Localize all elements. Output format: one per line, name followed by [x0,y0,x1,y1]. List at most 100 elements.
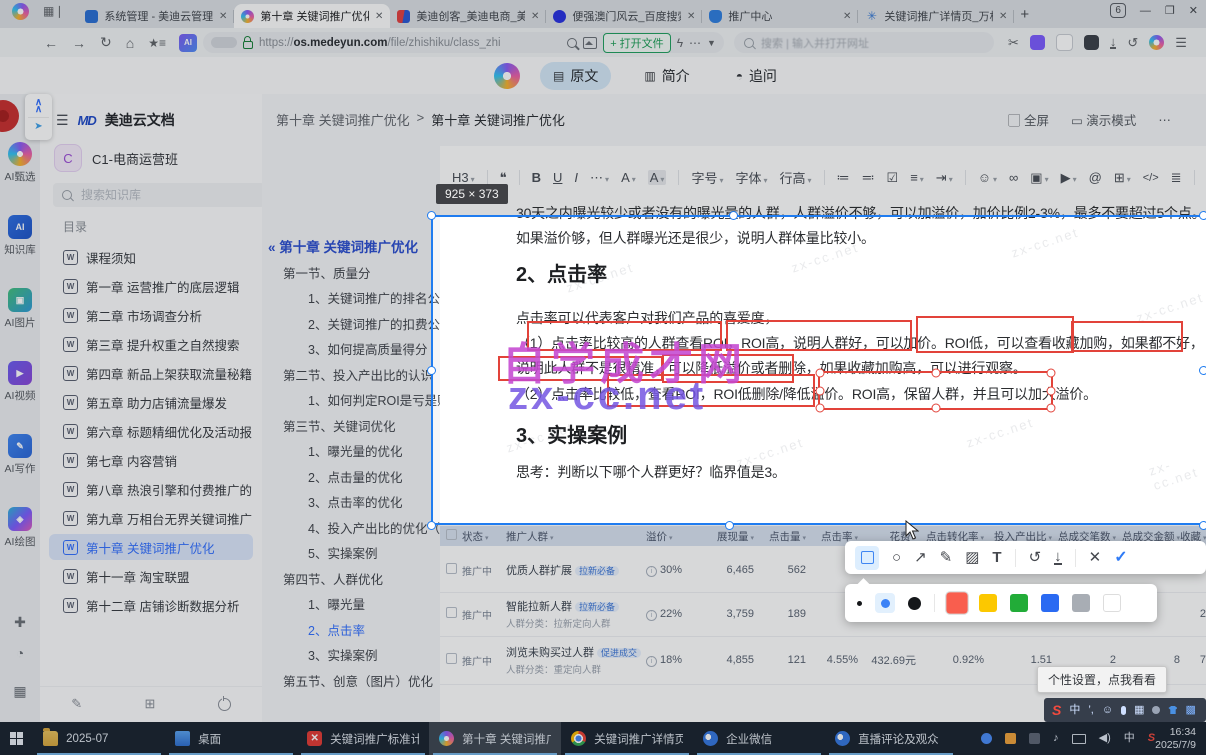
annotation-handle[interactable] [1046,368,1056,378]
selection-handle[interactable] [427,366,436,375]
browser-tab-2-active[interactable]: 第十章 关键词推广优化 ✕ [234,4,391,28]
more-blocks-icon[interactable]: ≣ [1171,170,1182,186]
rail-item-ai-writing[interactable]: ✎ AI写作 [0,434,40,476]
more-format-dropdown[interactable]: ⋯ [590,170,609,186]
taskbar-item-wecom[interactable]: 企业微信 [693,722,825,755]
sidebar-item-ch12[interactable]: W 第十二章 店铺诊断数据分析 [49,592,253,618]
tab-close-icon[interactable]: ✕ [687,11,695,22]
rail-item-knowledge[interactable]: AI 知识库 [0,215,40,257]
knowledge-search-input[interactable] [79,187,233,203]
browser-tab-1[interactable]: 系统管理 - 美迪云管理 ✕ [78,4,235,28]
text-tool[interactable]: T [992,550,1001,565]
toc-item[interactable]: 1、如何判定ROI是亏是赚 [308,390,450,409]
color-white[interactable] [1103,594,1121,612]
italic-icon[interactable]: I [574,170,578,185]
account-icon[interactable] [1152,706,1161,714]
power-icon[interactable] [217,696,231,711]
window-minimize-button[interactable]: — [1140,5,1151,17]
voice-input-icon[interactable] [1121,705,1127,715]
tab-close-icon[interactable]: ✕ [531,11,539,22]
annotation-handle[interactable] [815,368,825,378]
back-button[interactable]: ← [44,35,58,51]
history-clock-icon[interactable]: ◔ [0,645,40,661]
color-green[interactable] [1010,594,1028,612]
stroke-medium-selected[interactable] [875,593,895,613]
col-audience[interactable]: 推广人群 [506,529,646,544]
emoji-dropdown[interactable]: ☺ [978,170,997,185]
toc-item[interactable]: 1、曝光量 [308,594,365,613]
pencil-tool[interactable]: ✎ [940,550,953,565]
edit-pencil-icon[interactable]: ✎ [71,696,82,712]
screenshot-scissors-icon[interactable]: ✂ [1008,35,1019,51]
image-mode-icon[interactable] [583,36,598,49]
downloads-icon[interactable]: ↓ [1109,35,1117,49]
toc-item[interactable]: 第二节、投入产出比的认识 [283,365,433,384]
bullet-list-icon[interactable]: ≔ [837,170,850,186]
sidebar-item-ch9[interactable]: W 第九章 万相台无界关键词推广 [49,505,253,531]
font-color-dropdown[interactable]: A [621,170,636,185]
arrow-tool[interactable]: ↗ [914,550,927,565]
link-icon[interactable]: ∞ [1009,170,1018,185]
checkbox[interactable] [445,653,457,664]
window-close-button[interactable]: ✕ [1189,4,1198,17]
rect-tool-selected[interactable] [855,545,879,570]
extension-light-icon[interactable] [1055,34,1073,51]
toc-item[interactable]: 3、点击率的优化 [308,492,402,511]
taskbar-item-medeyun-active[interactable]: 第十章 关键词推广... [429,722,562,755]
checkbox[interactable] [445,607,457,618]
forward-button[interactable]: → [72,35,86,51]
taskbar-item-folder[interactable]: 2025-07 [33,722,165,755]
sidebar-item-ch7[interactable]: W 第七章 内容营销 [49,447,253,473]
taskbar-clock[interactable]: 16:34 2025/7/9 [1155,726,1196,752]
color-red-selected[interactable] [946,592,968,614]
sidebar-item-ch11[interactable]: W 第十一章 淘宝联盟 [49,563,253,589]
annotation-rect[interactable] [916,316,1074,353]
toc-item[interactable]: 5、实操案例 [308,543,377,562]
toc-item[interactable]: 2、点击量的优化 [308,467,402,486]
open-file-button[interactable]: + 打开文件 [603,32,671,53]
annotation-rect-selected[interactable] [815,368,1056,413]
toc-title[interactable]: « 第十章 关键词推广优化 [268,236,418,256]
taskbar-item-chrome[interactable]: 关键词推广详情页... [561,722,693,755]
annotation-rect[interactable] [726,320,912,351]
pin-icon[interactable]: ➤ [25,122,52,132]
breadcrumb-current[interactable]: 第十章 关键词推广优化 [431,110,571,129]
more-actions-icon[interactable]: ⋯ [689,36,701,50]
download-tool[interactable]: ↓ [1054,549,1062,565]
toc-item[interactable]: 1、曝光量的优化 [308,441,402,460]
breadcrumb-chapter[interactable]: 第十章 关键词推广优化 [276,110,410,129]
stroke-small-dot[interactable] [857,600,862,606]
font-family-dropdown[interactable]: 字体 [735,168,767,187]
toc-item[interactable]: 2、关键词推广的扣费公式 [308,314,452,333]
selection-handle[interactable] [729,211,738,220]
tray-orange-app-icon[interactable] [1005,733,1017,744]
tab-group-icon[interactable]: ▦❘ [43,4,64,18]
taskbar-item-excel[interactable]: ✕ 关键词推广标准计... [297,722,429,755]
video-insert-dropdown[interactable]: ▶ [1061,170,1077,186]
zoom-search-icon[interactable] [567,37,578,48]
taskbar-item-desktop[interactable]: 桌面 [165,722,297,755]
punctuation-icon[interactable]: ’, [1088,704,1094,716]
sidebar-item-ch3[interactable]: W 第三章 提升权重之自然搜索 [49,331,253,357]
knowledge-search[interactable] [53,183,265,207]
browser-menu-logo-icon[interactable] [1149,35,1165,50]
toc-item[interactable]: 3、实操案例 [308,645,377,664]
present-mode-button[interactable]: ▭ 演示模式 [1071,110,1136,129]
tab-ask[interactable]: ◓ 追问 [723,62,790,90]
new-tab-button[interactable]: + [1020,6,1029,23]
underline-icon[interactable]: U [553,170,562,185]
undo-tool[interactable]: ↺ [1029,550,1042,565]
rail-item-ai-select[interactable]: AI甄选 [0,142,40,184]
sidebar-menu-icon[interactable]: ☰ [56,112,69,129]
emoji-icon[interactable]: ☺ [1102,704,1113,716]
tab-summary[interactable]: ▥ 简介 [631,62,702,90]
annotation-handle[interactable] [931,368,940,378]
tray-wecom-icon[interactable] [981,733,993,744]
numbered-list-icon[interactable]: ≕ [862,170,875,186]
lightning-icon[interactable]: ϟ [677,36,683,50]
chevron-down-icon[interactable]: ▼ [707,38,716,48]
annotation-handle[interactable] [1046,403,1056,413]
color-blue[interactable] [1041,594,1059,612]
soft-keyboard-icon[interactable]: ▦ [1134,704,1144,716]
mosaic-tool[interactable]: ▨ [965,550,979,565]
